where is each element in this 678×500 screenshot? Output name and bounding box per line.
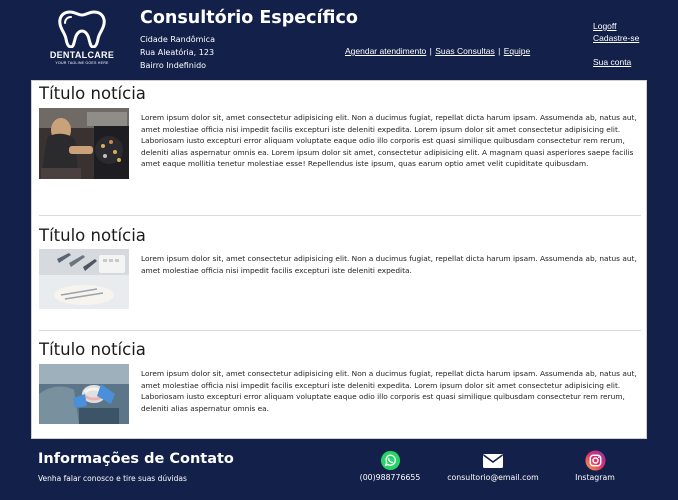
- nav-separator: |: [429, 46, 432, 56]
- nav-separator: |: [498, 46, 501, 56]
- clinic-title: Consultório Específico: [140, 8, 358, 28]
- dental-model-photo-icon: [39, 364, 129, 424]
- news-body: Lorem ipsum dolor sit, amet consectetur …: [141, 369, 637, 413]
- contact-email[interactable]: consultorio@email.com: [443, 450, 543, 482]
- dental-instruments-photo-icon: [39, 249, 129, 309]
- user-nav: Logoff Cadastre-se Sua conta: [593, 20, 639, 68]
- contact-subtitle: Venha falar conosco e tire suas dúvidas: [38, 474, 187, 483]
- news-divider: [39, 215, 641, 216]
- contact-whatsapp[interactable]: (00)988776655: [358, 450, 422, 482]
- contact-footer: Informações de Contato Venha falar conos…: [0, 440, 678, 500]
- whatsapp-icon: [380, 450, 400, 471]
- main-nav: Agendar atendimento | Suas Consultas | E…: [345, 46, 530, 56]
- contact-instagram[interactable]: Instagram: [572, 450, 618, 482]
- address-city: Cidade Randômica: [140, 35, 215, 44]
- instagram-icon: [584, 450, 606, 471]
- news-item: Título notícia Lorem ipsum dolor sit, am…: [39, 340, 639, 436]
- clinic-info: Consultório Específico Cidade Randômica …: [140, 8, 358, 72]
- logoff-link[interactable]: Logoff: [593, 20, 639, 32]
- address-district: Bairro Indefinido: [140, 61, 207, 70]
- brand-tagline: YOUR TAGLINE GOES HERE: [55, 61, 109, 65]
- nav-link-consults[interactable]: Suas Consultas: [435, 46, 495, 56]
- news-title: Título notícia: [39, 340, 146, 359]
- news-image-dental-model: [39, 364, 129, 424]
- clinic-address: Cidade Randômica Rua Aleatória, 123 Bair…: [140, 33, 358, 72]
- news-divider: [39, 330, 641, 331]
- news-image-dentist: [39, 108, 129, 179]
- news-image-instruments: [39, 249, 129, 309]
- site-header: DENTALCARE YOUR TAGLINE GOES HERE Consul…: [0, 0, 678, 80]
- tooth-logo-icon: [58, 10, 106, 48]
- news-item: Título notícia Lorem ipsum dolor sit, am…: [39, 226, 639, 316]
- news-body: Lorem ipsum dolor sit, amet consectetur …: [141, 254, 637, 275]
- news-title: Título notícia: [39, 84, 146, 103]
- brand-name: DENTALCARE: [49, 50, 115, 60]
- news-body: Lorem ipsum dolor sit, amet consectetur …: [141, 113, 637, 169]
- nav-link-schedule[interactable]: Agendar atendimento: [345, 46, 426, 56]
- email-address: consultorio@email.com: [447, 473, 539, 482]
- address-street: Rua Aleatória, 123: [140, 48, 215, 57]
- signup-link[interactable]: Cadastre-se: [593, 32, 639, 44]
- email-icon: [483, 454, 503, 468]
- nav-link-team[interactable]: Equipe: [504, 46, 530, 56]
- whatsapp-number: (00)988776655: [359, 473, 421, 482]
- dentalcare-logo[interactable]: DENTALCARE YOUR TAGLINE GOES HERE: [44, 8, 120, 70]
- news-title: Título notícia: [39, 226, 146, 245]
- account-link[interactable]: Sua conta: [593, 56, 639, 68]
- dentist-at-work-photo-icon: [39, 108, 129, 179]
- news-item: Título notícia Lorem ipsum dolor sit, am…: [39, 84, 639, 204]
- instagram-label: Instagram: [575, 473, 615, 482]
- contact-title: Informações de Contato: [38, 451, 234, 467]
- news-section: Título notícia Lorem ipsum dolor sit, am…: [31, 80, 647, 439]
